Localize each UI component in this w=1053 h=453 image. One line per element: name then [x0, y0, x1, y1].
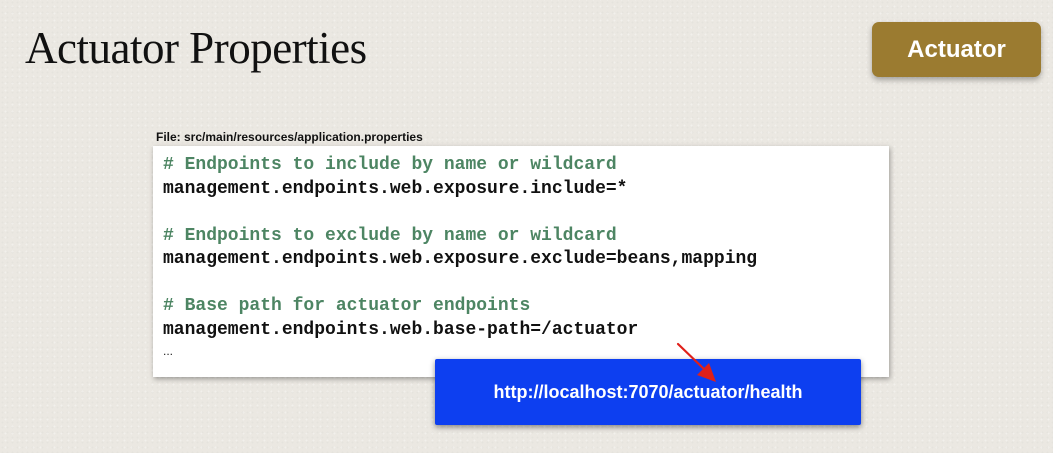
health-url-callout: http://localhost:7070/actuator/health: [435, 359, 861, 425]
file-path-label: File: src/main/resources/application.pro…: [156, 130, 423, 144]
code-line-comment: # Endpoints to include by name or wildca…: [163, 155, 617, 175]
health-url-text: http://localhost:7070/actuator/health: [493, 381, 803, 402]
code-line-property: management.endpoints.web.exposure.exclud…: [163, 249, 758, 269]
code-line-comment: # Base path for actuator endpoints: [163, 296, 531, 316]
code-line-property: management.endpoints.web.exposure.includ…: [163, 178, 628, 199]
red-arrow-icon: [676, 342, 716, 382]
arrow-shaft: [676, 342, 706, 371]
actuator-badge-label: Actuator: [907, 35, 1006, 63]
code-block: # Endpoints to include by name or wildca…: [153, 146, 889, 377]
slide-title: Actuator Properties: [25, 23, 367, 73]
code-line-ellipsis: ...: [163, 344, 174, 358]
code-line-comment: # Endpoints to exclude by name or wildca…: [163, 225, 617, 246]
code-line-property: management.endpoints.web.base-path=/actu…: [163, 319, 639, 340]
actuator-badge: Actuator: [872, 22, 1041, 77]
